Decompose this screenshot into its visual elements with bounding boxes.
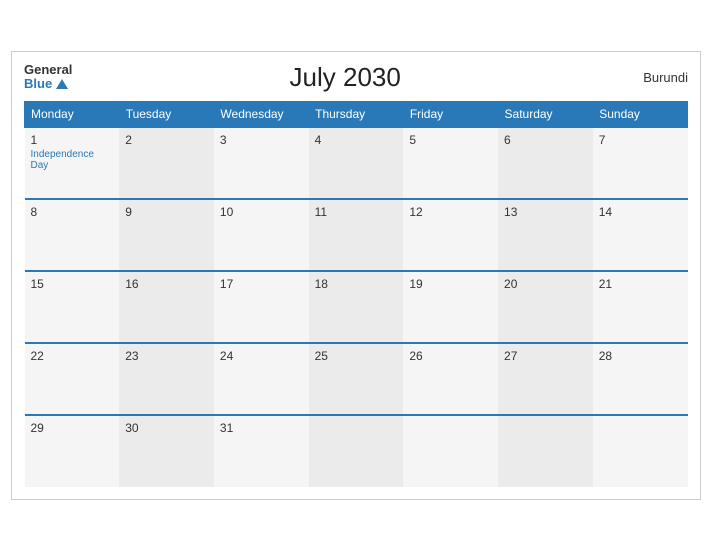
day-number: 14 (599, 205, 682, 219)
day-number: 12 (409, 205, 492, 219)
calendar-grid: MondayTuesdayWednesdayThursdayFridaySatu… (24, 101, 688, 487)
calendar-day-cell (309, 415, 404, 487)
day-number: 2 (125, 133, 208, 147)
calendar-day-cell: 8 (25, 199, 120, 271)
weekday-header: Tuesday (119, 101, 214, 127)
calendar-day-cell: 7 (593, 127, 688, 199)
calendar-container: General Blue July 2030 Burundi MondayTue… (11, 51, 701, 500)
logo-blue-text: Blue (24, 77, 68, 91)
calendar-day-cell: 28 (593, 343, 688, 415)
calendar-day-cell: 29 (25, 415, 120, 487)
calendar-week-row: 15 16 17 18 19 20 21 (25, 271, 688, 343)
day-number: 24 (220, 349, 303, 363)
calendar-day-cell: 18 (309, 271, 404, 343)
calendar-day-cell: 11 (309, 199, 404, 271)
calendar-day-cell: 31 (214, 415, 309, 487)
calendar-day-cell: 10 (214, 199, 309, 271)
weekday-header: Thursday (309, 101, 404, 127)
calendar-day-cell: 25 (309, 343, 404, 415)
calendar-day-cell (593, 415, 688, 487)
calendar-day-cell: 14 (593, 199, 688, 271)
logo-triangle-icon (56, 79, 68, 89)
calendar-day-cell: 1 Independence Day (25, 127, 120, 199)
calendar-country: Burundi (618, 70, 688, 85)
calendar-weekdays: MondayTuesdayWednesdayThursdayFridaySatu… (25, 101, 688, 127)
day-number: 20 (504, 277, 587, 291)
holiday-label: Independence Day (31, 149, 114, 171)
weekday-header: Saturday (498, 101, 593, 127)
day-number: 9 (125, 205, 208, 219)
calendar-day-cell: 26 (403, 343, 498, 415)
calendar-day-cell (498, 415, 593, 487)
day-number: 6 (504, 133, 587, 147)
day-number: 26 (409, 349, 492, 363)
logo: General Blue (24, 63, 72, 92)
calendar-day-cell: 30 (119, 415, 214, 487)
day-number: 28 (599, 349, 682, 363)
calendar-day-cell: 6 (498, 127, 593, 199)
weekday-header: Wednesday (214, 101, 309, 127)
day-number: 10 (220, 205, 303, 219)
day-number: 3 (220, 133, 303, 147)
calendar-week-row: 29 30 31 (25, 415, 688, 487)
calendar-day-cell (403, 415, 498, 487)
calendar-day-cell: 13 (498, 199, 593, 271)
calendar-day-cell: 17 (214, 271, 309, 343)
calendar-day-cell: 22 (25, 343, 120, 415)
day-number: 11 (315, 205, 398, 219)
day-number: 13 (504, 205, 587, 219)
weekday-header: Monday (25, 101, 120, 127)
calendar-week-row: 89 10 11 12 13 14 (25, 199, 688, 271)
day-number: 8 (31, 205, 114, 219)
calendar-day-cell: 2 (119, 127, 214, 199)
calendar-day-cell: 24 (214, 343, 309, 415)
day-number: 4 (315, 133, 398, 147)
calendar-week-row: 1 Independence Day 234567 (25, 127, 688, 199)
calendar-day-cell: 20 (498, 271, 593, 343)
day-number: 7 (599, 133, 682, 147)
calendar-day-cell: 21 (593, 271, 688, 343)
day-number: 31 (220, 421, 303, 435)
calendar-body: 1Independence Day23456789101112131415161… (25, 127, 688, 487)
calendar-header: General Blue July 2030 Burundi (24, 62, 688, 93)
weekday-header: Sunday (593, 101, 688, 127)
calendar-day-cell: 23 (119, 343, 214, 415)
calendar-day-cell: 19 (403, 271, 498, 343)
day-number: 16 (125, 277, 208, 291)
day-number: 18 (315, 277, 398, 291)
day-number: 30 (125, 421, 208, 435)
day-number: 23 (125, 349, 208, 363)
calendar-title: July 2030 (72, 62, 618, 93)
day-number: 21 (599, 277, 682, 291)
calendar-day-cell: 15 (25, 271, 120, 343)
logo-general-text: General (24, 63, 72, 77)
calendar-day-cell: 16 (119, 271, 214, 343)
calendar-day-cell: 4 (309, 127, 404, 199)
calendar-day-cell: 3 (214, 127, 309, 199)
day-number: 27 (504, 349, 587, 363)
day-number: 25 (315, 349, 398, 363)
day-number: 19 (409, 277, 492, 291)
day-number: 1 (31, 133, 114, 147)
calendar-week-row: 22 23 24 25 26 27 28 (25, 343, 688, 415)
weekday-header: Friday (403, 101, 498, 127)
calendar-day-cell: 9 (119, 199, 214, 271)
calendar-day-cell: 12 (403, 199, 498, 271)
day-number: 15 (31, 277, 114, 291)
day-number: 22 (31, 349, 114, 363)
day-number: 17 (220, 277, 303, 291)
day-number: 29 (31, 421, 114, 435)
calendar-day-cell: 5 (403, 127, 498, 199)
calendar-day-cell: 27 (498, 343, 593, 415)
day-number: 5 (409, 133, 492, 147)
